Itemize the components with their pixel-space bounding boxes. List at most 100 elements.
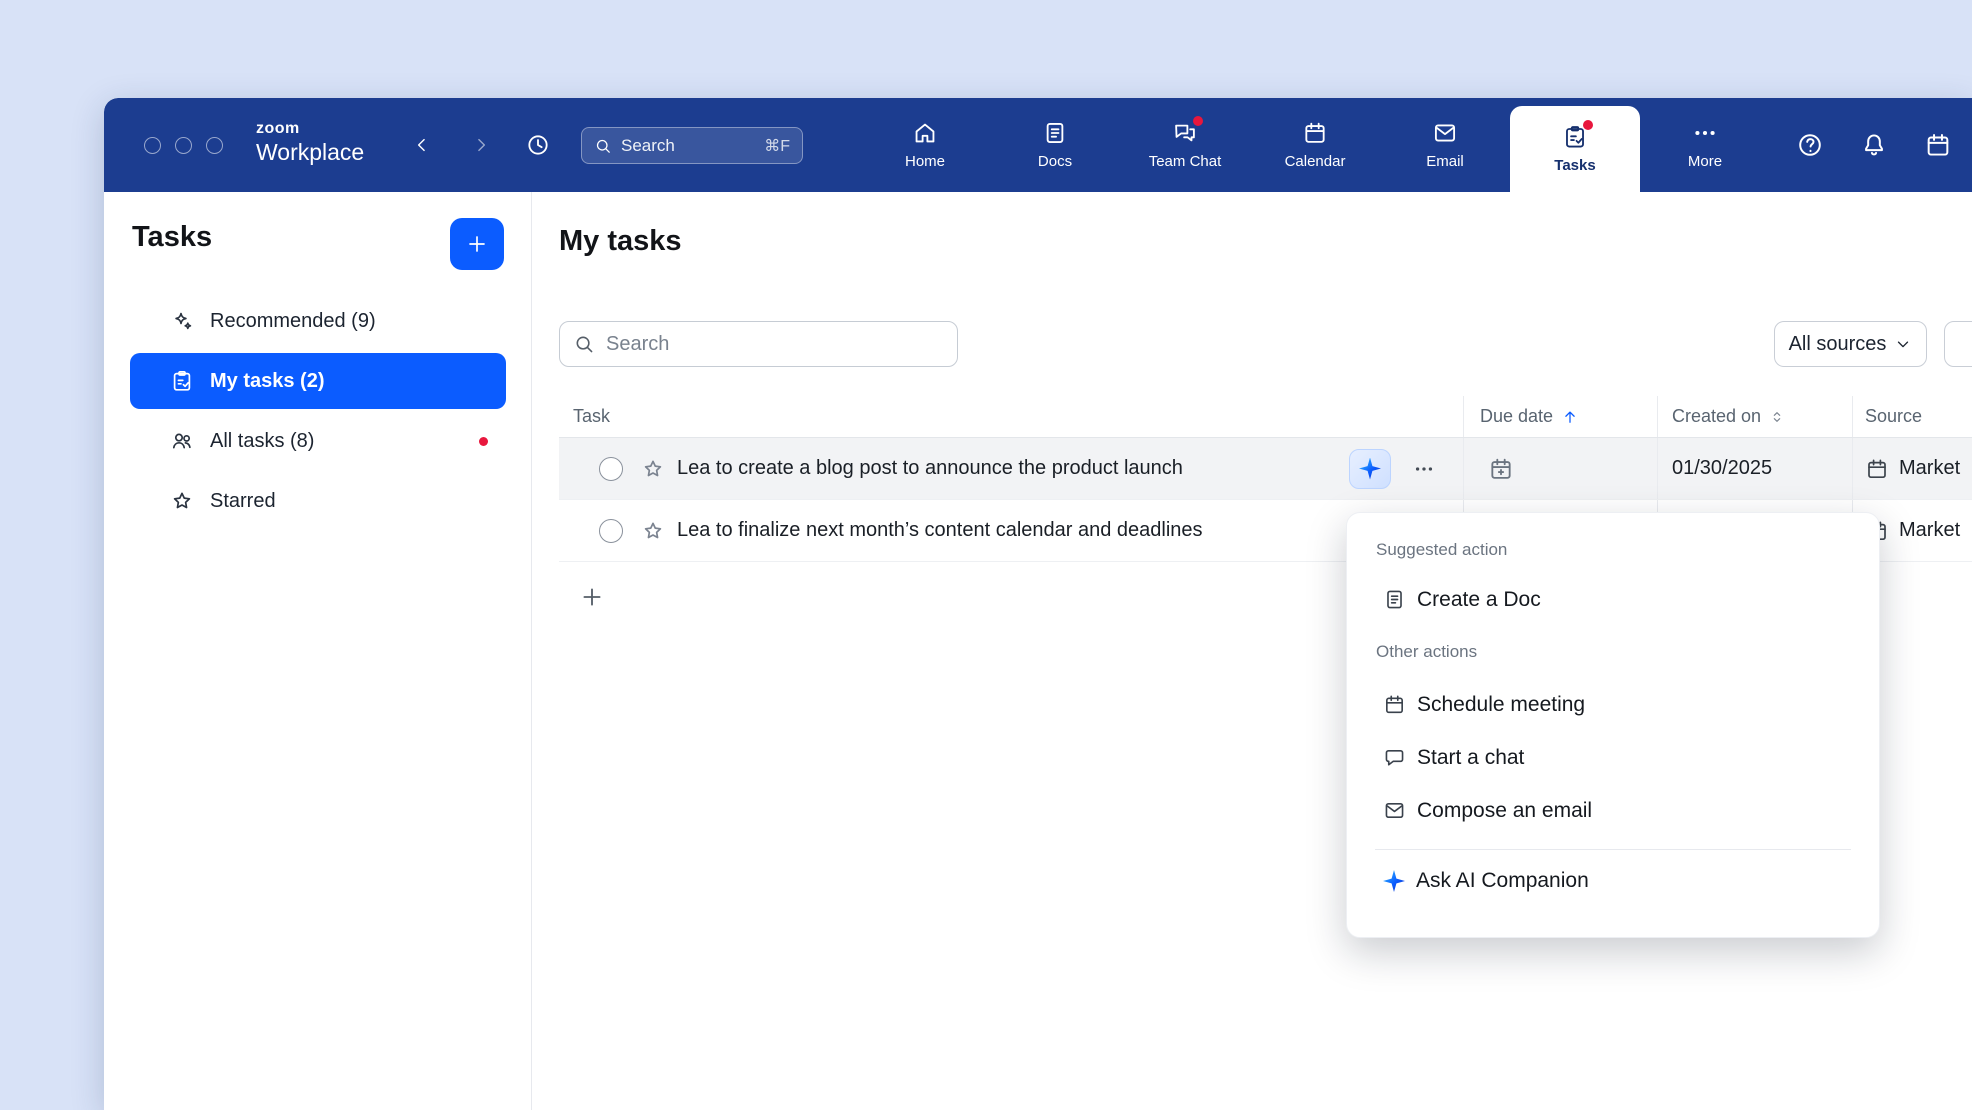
plus-icon <box>465 232 489 256</box>
sidebar-item-starred[interactable]: Starred <box>130 473 506 529</box>
sidebar-item-label: All tasks (8) <box>210 430 314 453</box>
menu-item-label: Start a chat <box>1417 746 1524 770</box>
titlebar-right-actions <box>1796 98 1952 192</box>
window-control-zoom[interactable] <box>206 137 223 154</box>
sidebar-item-label: My tasks (2) <box>210 370 325 393</box>
top-navigation: Home Docs Team Chat Calendar Em <box>860 98 1770 192</box>
ellipsis-icon <box>1413 458 1435 480</box>
nav-item-calendar[interactable]: Calendar <box>1250 98 1380 192</box>
column-header-label: Due date <box>1480 406 1553 427</box>
add-task-button[interactable] <box>450 218 504 270</box>
sidebar-item-label: Recommended (9) <box>210 310 376 333</box>
page-title: My tasks <box>559 225 682 258</box>
window-control-minimize[interactable] <box>175 137 192 154</box>
sidebar-item-all-tasks[interactable]: All tasks (8) <box>130 413 506 469</box>
star-task-button[interactable] <box>641 457 665 481</box>
menu-section-suggested: Suggested action <box>1347 527 1879 573</box>
team-chat-unread-badge <box>1193 116 1203 126</box>
nav-item-tasks[interactable]: Tasks <box>1510 106 1640 192</box>
help-button[interactable] <box>1796 131 1824 159</box>
more-icon <box>1692 120 1718 146</box>
nav-item-email[interactable]: Email <box>1380 98 1510 192</box>
column-header-label: Source <box>1865 406 1922 427</box>
back-button[interactable] <box>408 98 436 192</box>
add-task-inline-button[interactable] <box>579 584 605 610</box>
calendar-icon <box>1302 120 1328 146</box>
people-icon <box>170 429 194 453</box>
menu-item-label: Compose an email <box>1417 799 1592 823</box>
task-search-input[interactable] <box>559 321 958 367</box>
task-actions-menu: Suggested action Create a Doc Other acti… <box>1346 512 1880 938</box>
sidebar-items: Recommended (9) My tasks (2) All tasks (… <box>130 293 506 533</box>
menu-item-label: Create a Doc <box>1417 588 1541 612</box>
nav-item-team-chat[interactable]: Team Chat <box>1120 98 1250 192</box>
chat-icon <box>1383 746 1406 769</box>
created-on-cell: 01/30/2025 <box>1657 438 1852 499</box>
ai-sparkle-icon <box>1359 458 1381 480</box>
menu-item-ask-ai-companion[interactable]: Ask AI Companion <box>1347 850 1879 912</box>
task-complete-checkbox[interactable] <box>599 519 623 543</box>
sidebar-item-label: Starred <box>210 490 276 513</box>
chevron-left-icon <box>412 135 432 155</box>
sidebar-item-my-tasks[interactable]: My tasks (2) <box>130 353 506 409</box>
nav-label: More <box>1688 153 1722 170</box>
star-icon <box>170 489 194 513</box>
calendar-icon <box>1383 693 1406 716</box>
nav-item-docs[interactable]: Docs <box>990 98 1120 192</box>
tasks-sidebar: Tasks Recommended (9) My tasks (2) All t… <box>104 192 532 1110</box>
nav-label: Docs <box>1038 153 1072 170</box>
zoom-workplace-logo: zoom Workplace <box>256 121 364 164</box>
notifications-button[interactable] <box>1860 131 1888 159</box>
task-row-1[interactable]: Lea to create a blog post to announce th… <box>559 438 1972 500</box>
chevron-down-icon <box>1894 335 1912 353</box>
menu-item-create-doc[interactable]: Create a Doc <box>1347 573 1879 626</box>
menu-item-label: Schedule meeting <box>1417 693 1585 717</box>
docs-icon <box>1042 120 1068 146</box>
column-header-label: Created on <box>1672 406 1761 427</box>
search-icon <box>594 137 612 155</box>
menu-item-start-chat[interactable]: Start a chat <box>1347 731 1879 784</box>
source-cell: Market <box>1852 438 1972 499</box>
more-actions-button[interactable] <box>1407 452 1441 486</box>
task-list-icon <box>170 369 194 393</box>
sources-filter-dropdown[interactable]: All sources <box>1774 321 1927 367</box>
set-due-date-button[interactable] <box>1488 456 1514 482</box>
menu-section-other: Other actions <box>1347 626 1879 678</box>
menu-item-compose-email[interactable]: Compose an email <box>1347 784 1879 837</box>
nav-label: Home <box>905 153 945 170</box>
source-label: Market <box>1899 457 1960 480</box>
tasks-badge <box>1583 120 1593 130</box>
task-cell: Lea to create a blog post to announce th… <box>559 438 1463 499</box>
star-task-button[interactable] <box>641 519 665 543</box>
column-header-source: Source <box>1852 396 1972 437</box>
sort-icon <box>1769 409 1785 425</box>
window-controls <box>144 98 223 192</box>
window-control-close[interactable] <box>144 137 161 154</box>
clipped-toolbar-button[interactable] <box>1944 321 1972 367</box>
nav-item-home[interactable]: Home <box>860 98 990 192</box>
clock-icon <box>525 132 551 158</box>
nav-label: Email <box>1426 153 1464 170</box>
logo-zoom: zoom <box>256 121 364 138</box>
task-title: Lea to create a blog post to announce th… <box>677 457 1183 480</box>
ai-companion-icon <box>1383 870 1405 892</box>
nav-item-more[interactable]: More <box>1640 98 1770 192</box>
nav-label: Tasks <box>1554 157 1595 174</box>
task-search <box>559 321 958 367</box>
mini-calendar-button[interactable] <box>1924 131 1952 159</box>
sidebar-item-recommended[interactable]: Recommended (9) <box>130 293 506 349</box>
due-date-cell <box>1463 438 1657 499</box>
all-tasks-unread-badge <box>479 437 488 446</box>
nav-label: Team Chat <box>1149 153 1222 170</box>
ai-companion-action-button[interactable] <box>1349 449 1391 489</box>
column-header-due-date[interactable]: Due date <box>1463 396 1657 437</box>
forward-button[interactable] <box>467 98 495 192</box>
menu-item-schedule-meeting[interactable]: Schedule meeting <box>1347 678 1879 731</box>
doc-icon <box>1383 588 1406 611</box>
home-icon <box>912 120 938 146</box>
column-header-created-on[interactable]: Created on <box>1657 396 1852 437</box>
history-button[interactable] <box>524 98 552 192</box>
search-icon <box>573 333 595 355</box>
task-complete-checkbox[interactable] <box>599 457 623 481</box>
global-search[interactable]: Search ⌘F <box>581 127 803 164</box>
